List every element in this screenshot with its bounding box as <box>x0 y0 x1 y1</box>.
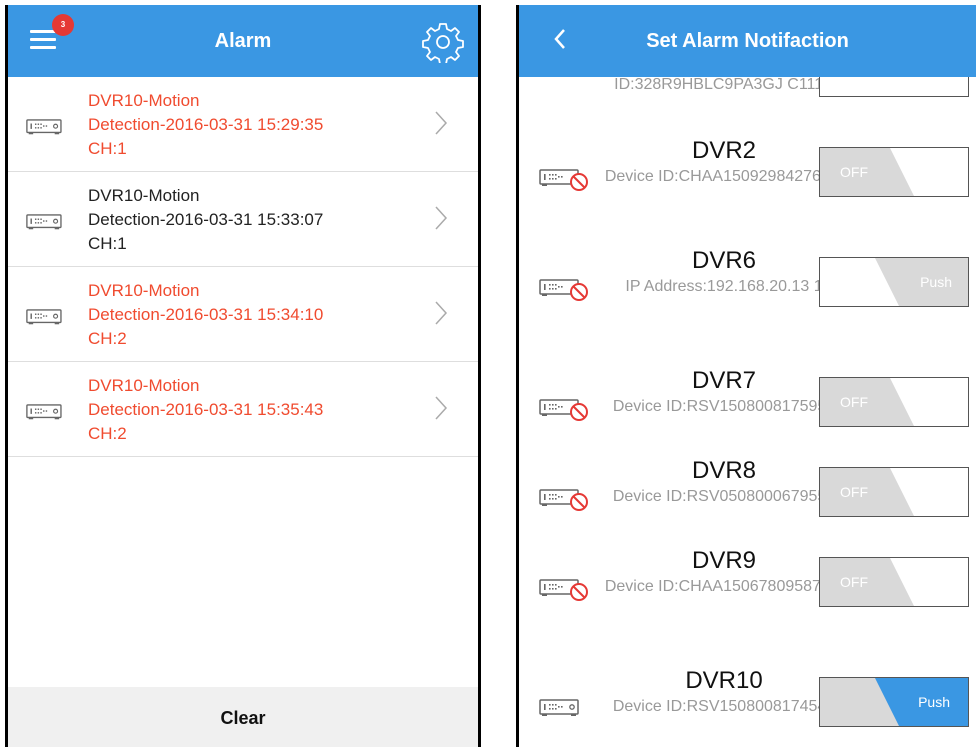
alarm-channel: CH:2 <box>88 329 127 348</box>
page-title: Set Alarm Notifaction <box>646 30 849 52</box>
dvr-device-icon <box>26 399 78 432</box>
device-info: Device ID:RSV0508000679558 <box>612 488 836 505</box>
chevron-right-icon <box>435 396 448 420</box>
alarm-event: Detection-2016-03-31 15:34:10 <box>88 305 324 324</box>
device-name: DVR10 <box>685 667 763 694</box>
dvr-offline-icon <box>539 575 597 608</box>
device-name: DVR2 <box>691 137 757 164</box>
alarm-list-item[interactable]: DVR10-Motion Detection-2016-03-31 15:33:… <box>8 172 478 267</box>
page-title: Alarm <box>214 30 272 52</box>
alarm-text: DVR10-Motion Detection-2016-03-31 15:33:… <box>88 184 418 256</box>
dvr-offline-icon <box>539 165 597 198</box>
notification-settings-screen: Set Alarm Notifaction ID:328R9HBLC9PA3GJ… <box>516 5 976 747</box>
device-info: ID:328R9HBLC9PA3GJ C111A <box>614 77 834 93</box>
alarm-screen: 3 Alarm DVR10-Motion Detection-2016-03-3… <box>5 5 481 747</box>
alarm-source: DVR10-Motion <box>88 376 200 395</box>
dvr-device-icon <box>26 304 78 337</box>
device-name: DVR8 <box>691 457 757 484</box>
push-toggle[interactable]: Push <box>819 257 969 307</box>
dvr-device-icon <box>26 114 78 147</box>
alarm-source: DVR10-Motion <box>88 186 200 205</box>
alarm-text: DVR10-Motion Detection-2016-03-31 15:29:… <box>88 89 418 161</box>
dvr-device-icon <box>539 695 597 728</box>
toggle-label: Push <box>918 694 950 710</box>
push-toggle[interactable]: OFF <box>819 147 969 197</box>
push-toggle[interactable]: OFF <box>819 377 969 427</box>
toggle-label: OFF <box>840 574 868 590</box>
alarm-event: Detection-2016-03-31 15:35:43 <box>88 400 324 419</box>
chevron-right-icon <box>435 111 448 135</box>
alarm-source: DVR10-Motion <box>88 281 200 300</box>
toggle-label: Push <box>920 274 952 290</box>
device-list[interactable]: ID:328R9HBLC9PA3GJ C111A DVR2 Device ID:… <box>519 77 976 747</box>
clear-button[interactable]: Clear <box>8 687 478 747</box>
push-toggle[interactable]: Push <box>819 677 969 727</box>
device-name: DVR7 <box>691 367 757 394</box>
toggle-label: OFF <box>840 394 868 410</box>
alarm-text: DVR10-Motion Detection-2016-03-31 15:35:… <box>88 374 418 446</box>
device-info: Device ID:CHAA150929842767 9 <box>604 168 844 185</box>
chevron-right-icon <box>435 206 448 230</box>
alarm-header: 3 Alarm <box>8 5 478 77</box>
chevron-right-icon <box>435 301 448 325</box>
alarm-event: Detection-2016-03-31 15:29:35 <box>88 115 324 134</box>
dvr-offline-icon <box>539 485 597 518</box>
dvr-device-icon <box>26 209 78 242</box>
dvr-offline-icon <box>539 395 597 428</box>
alarm-text: DVR10-Motion Detection-2016-03-31 15:34:… <box>88 279 418 351</box>
push-toggle[interactable]: OFF <box>819 467 969 517</box>
gear-icon[interactable] <box>422 21 464 63</box>
notification-header: Set Alarm Notifaction <box>519 5 976 77</box>
push-toggle[interactable]: OFF <box>819 557 969 607</box>
device-info: Device ID:RSV1508008175959 <box>612 398 836 415</box>
device-info: IP Address:192.168.20.13 1 <box>625 278 823 295</box>
device-name: DVR6 <box>691 247 757 274</box>
dvr-offline-icon <box>539 275 597 308</box>
device-info: Device ID:CHAA150678095877 3 <box>604 578 844 595</box>
alarm-event: Detection-2016-03-31 15:33:07 <box>88 210 324 229</box>
toggle-label: OFF <box>840 164 868 180</box>
alarm-channel: CH:1 <box>88 139 127 158</box>
alarm-channel: CH:2 <box>88 424 127 443</box>
toggle-label: OFF <box>840 484 868 500</box>
alarm-source: DVR10-Motion <box>88 91 200 110</box>
alarm-list: DVR10-Motion Detection-2016-03-31 15:29:… <box>8 77 478 457</box>
alarm-list-item[interactable]: DVR10-Motion Detection-2016-03-31 15:35:… <box>8 362 478 457</box>
toggle-partial[interactable] <box>819 77 969 97</box>
alarm-list-item[interactable]: DVR10-Motion Detection-2016-03-31 15:29:… <box>8 77 478 172</box>
alarm-channel: CH:1 <box>88 234 127 253</box>
device-info: Device ID:RSV1508008174548 <box>612 698 836 715</box>
alarm-list-item[interactable]: DVR10-Motion Detection-2016-03-31 15:34:… <box>8 267 478 362</box>
device-name: DVR9 <box>691 547 757 574</box>
